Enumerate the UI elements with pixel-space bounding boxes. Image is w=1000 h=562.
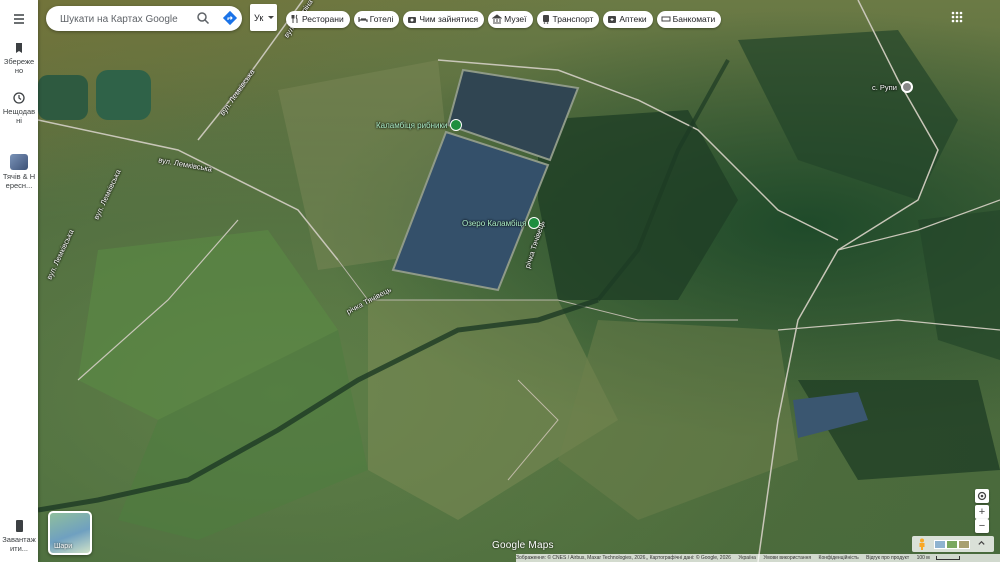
satellite-imagery bbox=[38, 0, 1000, 562]
chip-label: Аптеки bbox=[619, 14, 647, 24]
imagery-thumb[interactable] bbox=[934, 540, 946, 549]
place-thumbnail bbox=[10, 154, 28, 170]
poi-lake[interactable]: Озеро Каламбіця bbox=[462, 217, 541, 229]
transit-icon bbox=[542, 15, 549, 24]
chip-restaurants[interactable]: Ресторани bbox=[286, 11, 350, 28]
directions-icon[interactable] bbox=[222, 10, 238, 26]
poi-fish-ponds[interactable]: Каламбіця рибники bbox=[376, 119, 462, 131]
poi-label: Озеро Каламбіця bbox=[462, 218, 527, 228]
saved-label: Збережено bbox=[3, 57, 35, 75]
map-canvas[interactable]: вул. Гагаріна вул. Лемківська вул. Лемкі… bbox=[38, 0, 1000, 562]
attribution-bar: Зображення: © CNES / Airbus, Maxar Techn… bbox=[516, 554, 1000, 562]
chip-things-to-do[interactable]: Чим зайнятися bbox=[403, 11, 485, 28]
chip-label: Ресторани bbox=[302, 14, 344, 24]
language-selector[interactable]: Ук bbox=[250, 4, 277, 31]
chip-museums[interactable]: Музеї bbox=[488, 11, 533, 28]
phone-icon bbox=[16, 520, 23, 532]
scale-label[interactable]: 100 м bbox=[917, 555, 930, 561]
chip-label: Транспорт bbox=[552, 14, 594, 24]
download-app-button[interactable]: Завантажити... bbox=[0, 519, 38, 553]
recent-label: Нещодавні bbox=[2, 107, 36, 125]
scale-bar bbox=[935, 555, 960, 560]
google-maps-logo: Google Maps bbox=[492, 540, 554, 551]
left-rail: Збережено Нещодавні Тячів & Нересн... За… bbox=[0, 0, 38, 562]
dropdown-arrow-icon bbox=[268, 16, 274, 19]
chip-label: Музеї bbox=[504, 14, 527, 24]
search-icon[interactable] bbox=[196, 11, 210, 25]
village-marker-icon[interactable] bbox=[901, 81, 913, 93]
zoom-in-button[interactable]: + bbox=[975, 505, 989, 519]
hotel-icon bbox=[358, 17, 368, 22]
terms-link[interactable]: Умови використання bbox=[763, 555, 811, 561]
chip-label: Чим зайнятися bbox=[419, 14, 479, 24]
apps-grid-icon[interactable] bbox=[950, 10, 964, 24]
layers-button[interactable]: Шари bbox=[48, 511, 92, 555]
museum-icon bbox=[491, 14, 503, 24]
language-label: Ук bbox=[254, 13, 264, 23]
category-chips: Ресторани Готелі Чим зайнятися Музеї Транспо… bbox=[286, 11, 725, 28]
pharmacy-icon bbox=[608, 16, 617, 23]
lake-poi-icon bbox=[528, 217, 541, 229]
imagery-attribution: Зображення: © CNES / Airbus, Maxar Techn… bbox=[516, 555, 731, 561]
fishing-poi-icon bbox=[449, 119, 462, 131]
hamburger-menu-icon bbox=[14, 14, 24, 24]
feedback-link[interactable]: Відгук про продукт bbox=[866, 555, 909, 561]
my-location-button[interactable] bbox=[975, 489, 989, 503]
recent-button[interactable]: Нещодавні bbox=[0, 91, 38, 125]
atm-icon bbox=[661, 16, 671, 22]
village-label: с. Рупи bbox=[872, 83, 897, 92]
menu-button[interactable] bbox=[0, 12, 38, 28]
chip-transit[interactable]: Транспорт bbox=[536, 11, 600, 28]
search-input[interactable] bbox=[58, 10, 192, 29]
chip-pharmacies[interactable]: Аптеки bbox=[603, 11, 653, 28]
history-icon bbox=[13, 92, 25, 104]
download-label: Завантажити... bbox=[2, 535, 36, 553]
chip-label: Банкомати bbox=[672, 14, 716, 24]
place-label: Тячів & Нересн... bbox=[2, 172, 36, 190]
chip-atms[interactable]: Банкомати bbox=[656, 11, 722, 28]
privacy-link[interactable]: Конфіденційність bbox=[819, 555, 859, 561]
chip-label: Готелі bbox=[369, 14, 394, 24]
bookmark-icon bbox=[16, 43, 22, 53]
my-location-icon bbox=[977, 491, 987, 501]
restaurant-icon bbox=[291, 14, 298, 23]
pegman-icon[interactable] bbox=[917, 538, 927, 550]
poi-label: Каламбіця рибники bbox=[376, 120, 448, 130]
region-link[interactable]: Україна bbox=[738, 555, 756, 561]
zoom-out-button[interactable]: − bbox=[975, 519, 989, 533]
chevron-up-icon[interactable] bbox=[977, 539, 986, 548]
layers-label: Шари bbox=[54, 543, 73, 550]
recent-place-button[interactable]: Тячів & Нересн... bbox=[0, 154, 38, 190]
imagery-thumb[interactable] bbox=[946, 540, 958, 549]
imagery-thumb[interactable] bbox=[958, 540, 970, 549]
search-box bbox=[46, 6, 242, 31]
saved-button[interactable]: Збережено bbox=[0, 41, 38, 75]
camera-icon bbox=[408, 17, 417, 23]
chip-hotels[interactable]: Готелі bbox=[353, 11, 400, 28]
